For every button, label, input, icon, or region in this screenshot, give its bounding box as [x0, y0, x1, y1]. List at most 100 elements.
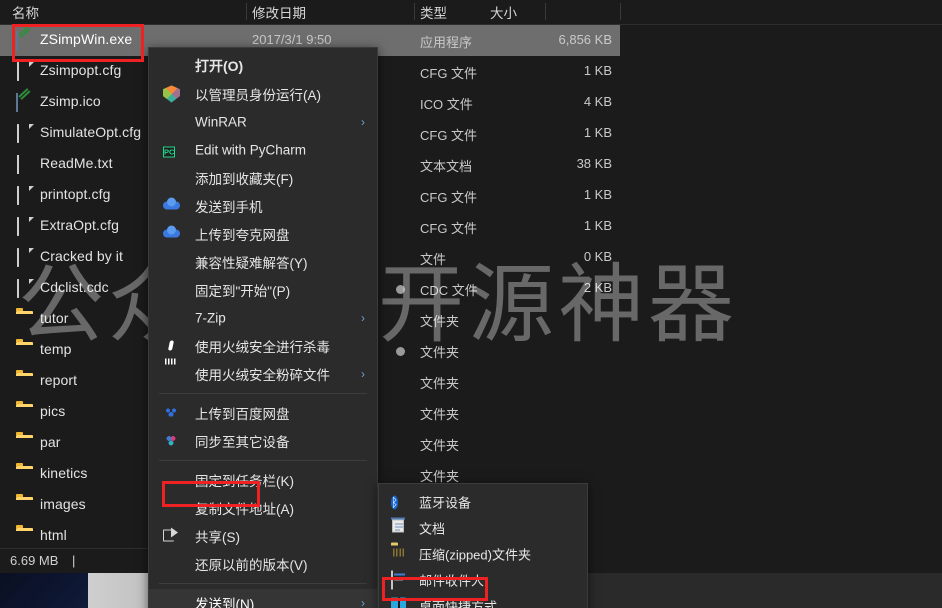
cloud-icon [163, 226, 180, 243]
cloud-icon [163, 198, 180, 215]
shield-icon [163, 86, 180, 103]
menu-item-label: 使用火绒安全进行杀毒 [195, 340, 330, 355]
context-menu-item[interactable]: 7-Zip › [149, 304, 377, 332]
menu-item-label: 发送到手机 [195, 200, 263, 215]
context-menu-item[interactable]: 还原以前的版本(V) [149, 550, 377, 578]
menu-item-label: 共享(S) [195, 530, 240, 545]
column-header-type[interactable]: 类型 [412, 2, 447, 22]
column-divider-2[interactable] [545, 3, 546, 20]
app-icon [16, 31, 33, 50]
context-menu-item[interactable]: 上传到夸克网盘 [149, 220, 377, 248]
send-to-submenu[interactable]: ᛒ 蓝牙设备 文档压缩(zipped)文件夹邮件收件人桌面快捷方式 [378, 483, 588, 608]
menu-item-label: 上传到夸克网盘 [195, 228, 290, 243]
file-modified-date: 2017/3/1 9:50 [252, 32, 332, 47]
context-menu-item[interactable]: 复制文件地址(A) [149, 494, 377, 522]
file-size: 6,856 KB [558, 32, 613, 47]
file-size: 1 KB [583, 218, 612, 233]
menu-item-label: 发送到(N) [195, 597, 255, 608]
doc-icon [16, 62, 33, 81]
send-to-item-label: 桌面快捷方式 [419, 599, 498, 608]
context-menu-item[interactable]: 发送到手机 [149, 192, 377, 220]
menu-item-label: 上传到百度网盘 [195, 407, 290, 422]
file-type: CFG 文件 [420, 221, 478, 236]
context-menu-item[interactable]: 同步至其它设备 [149, 427, 377, 455]
file-type: 文本文档 [420, 159, 473, 174]
column-header-name[interactable]: 名称 [4, 2, 39, 22]
send-to-item[interactable]: 压缩(zipped)文件夹 [379, 541, 587, 567]
file-name: html [40, 527, 67, 543]
menu-item-label: 7-Zip [195, 310, 226, 326]
send-to-item[interactable]: ᛒ 蓝牙设备 [379, 489, 587, 515]
column-header-row: 名称 修改日期 类型 大小 [0, 0, 942, 25]
column-divider-1[interactable] [414, 3, 415, 20]
context-menu-item[interactable]: 兼容性疑难解答(Y) [149, 248, 377, 276]
folder-icon [16, 311, 33, 328]
send-to-item-label: 压缩(zipped)文件夹 [419, 547, 531, 563]
context-menu-item[interactable]: 使用火绒安全粉碎文件 › [149, 360, 377, 388]
file-type: 文件夹 [420, 345, 460, 360]
context-menu-item[interactable]: 以管理员身份运行(A) [149, 80, 377, 108]
zip-folder-icon [391, 546, 408, 563]
file-name: Zsimpopt.cfg [40, 62, 122, 78]
context-menu-item[interactable]: 固定到"开始"(P) [149, 276, 377, 304]
file-type: ICO 文件 [420, 97, 473, 112]
column-divider-0[interactable] [246, 3, 247, 20]
bluetooth-icon: ᛒ [391, 495, 399, 510]
doc-icon [16, 124, 33, 143]
flame-icon [163, 338, 180, 355]
context-menu-item[interactable]: 固定到任务栏(K) [149, 466, 377, 494]
file-size: 1 KB [583, 63, 612, 78]
file-name: printopt.cfg [40, 186, 111, 202]
context-menu-item[interactable]: 上传到百度网盘 [149, 399, 377, 427]
file-size: 38 KB [576, 156, 612, 171]
file-name: tutor [40, 310, 69, 326]
send-to-item[interactable]: 邮件收件人 [379, 567, 587, 593]
context-menu-item[interactable]: 添加到收藏夹(F) [149, 164, 377, 192]
folder-icon [16, 373, 33, 390]
wallpaper-left [0, 573, 88, 608]
menu-item-label: 添加到收藏夹(F) [195, 172, 294, 187]
context-menu-item[interactable]: WinRAR › [149, 108, 377, 136]
file-size: 4 KB [583, 94, 612, 109]
file-name: report [40, 372, 78, 388]
file-name: ZSimpWin.exe [40, 31, 133, 47]
menu-item-label: 固定到任务栏(K) [195, 474, 294, 489]
file-name: ReadMe.txt [40, 155, 113, 171]
file-size: 2 KB [583, 280, 612, 295]
file-type: 文件夹 [420, 376, 460, 391]
send-to-item[interactable]: 桌面快捷方式 [379, 593, 587, 608]
folder-icon [16, 342, 33, 359]
shred-icon [163, 366, 180, 383]
context-menu-item[interactable]: 发送到(N) › [149, 589, 377, 608]
menu-item-label: WinRAR [195, 114, 247, 130]
menu-item-label: 同步至其它设备 [195, 435, 290, 450]
menu-item-label: 固定到"开始"(P) [195, 284, 291, 299]
chevron-right-icon: › [361, 367, 365, 381]
file-size: 0 KB [583, 249, 612, 264]
send-to-item[interactable]: 文档 [379, 515, 587, 541]
screen-root: 名称 修改日期 类型 大小 ZSimpWin.exe 2017/3/1 9:50 应用程序… [0, 0, 942, 608]
file-size: 1 KB [583, 125, 612, 140]
file-list[interactable]: ZSimpWin.exe 2017/3/1 9:50 应用程序 6,856 KB Zsi… [0, 25, 942, 548]
column-header-date[interactable]: 修改日期 [244, 2, 306, 22]
doc-icon [16, 186, 33, 205]
folder-icon [16, 528, 33, 545]
context-menu-item[interactable]: PC Edit with PyCharm [149, 136, 377, 164]
context-menu-item[interactable]: 共享(S) [149, 522, 377, 550]
file-name: ExtraOpt.cfg [40, 217, 120, 233]
context-menu-item[interactable]: 打开(O) [149, 52, 377, 80]
file-name: Zsimp.ico [40, 93, 101, 109]
context-menu-item[interactable]: 使用火绒安全进行杀毒 [149, 332, 377, 360]
folder-icon [16, 466, 33, 483]
menu-item-label: 使用火绒安全粉碎文件 [195, 368, 330, 383]
folder-icon [16, 404, 33, 421]
sync-status-dot [396, 347, 405, 356]
column-header-size[interactable]: 大小 [482, 2, 517, 22]
chevron-right-icon: › [361, 596, 365, 608]
folder-icon [16, 435, 33, 452]
column-divider-3[interactable] [620, 3, 621, 20]
context-menu[interactable]: 打开(O) 以管理员身份运行(A) WinRAR › PC Edit with PyCha… [148, 47, 378, 608]
file-name: SimulateOpt.cfg [40, 124, 142, 140]
file-size: 1 KB [583, 187, 612, 202]
file-type: CFG 文件 [420, 66, 478, 81]
